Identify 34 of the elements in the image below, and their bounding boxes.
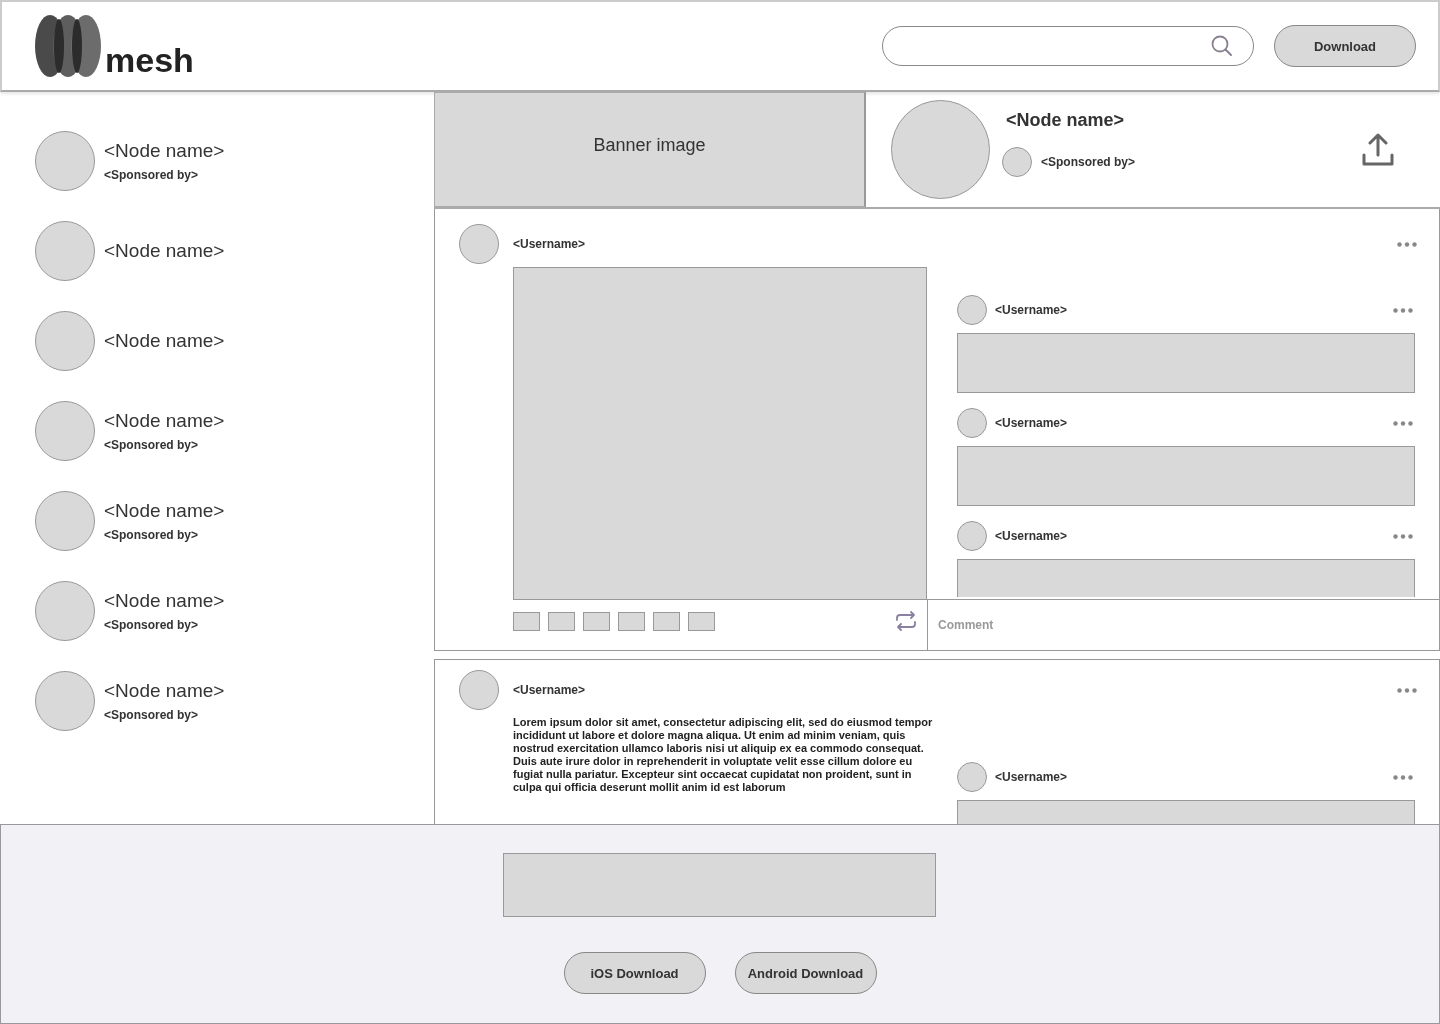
sidebar-item[interactable]: <Node name> (35, 206, 434, 296)
sidebar-item[interactable]: <Node name> <Sponsored by> (35, 116, 434, 206)
username: <Username> (995, 770, 1068, 784)
node-name: <Node name> (104, 590, 225, 612)
username: <Username> (995, 529, 1068, 543)
username: <Username> (513, 683, 586, 697)
sponsor-label: <Sponsored by> (104, 528, 200, 542)
post-text: Lorem ipsum dolor sit amet, consectetur adipiscing elit, sed do eiusmod tempor incididunt ut labore et dolore magna aliqua. Ut enim ad minim veniam, quis nostrud exercitation ullamco laboris nisi ut aliquip ex ea commodo consequat. Duis aute irure dolor in reprehenderit in voluptate velit esse cillum dolore eu fugiat nulla pariatur. Excepteur sint occaecat cupidatat non proident, sunt in culpa qui officia deserunt mollit anim id est laborum (513, 716, 934, 794)
node-name: <Node name> (104, 500, 225, 522)
sidebar-item[interactable]: <Node name> (35, 296, 434, 386)
sidebar-item[interactable]: <Node name> <Sponsored by> (35, 656, 434, 746)
username: <Username> (995, 416, 1068, 430)
comment-field[interactable]: Comment (927, 599, 1439, 650)
logo-text: mesh (105, 43, 194, 77)
sidebar-item[interactable]: <Node name> <Sponsored by> (35, 566, 434, 656)
sponsor-label: <Sponsored by> (104, 168, 200, 182)
sponsor-label: <Sponsored by> (1041, 155, 1136, 169)
sidebar-item[interactable]: <Node name> <Sponsored by> (35, 386, 434, 476)
username: <Username> (513, 237, 586, 251)
node-name: <Node name> (1005, 110, 1126, 131)
download-button[interactable]: iOS Download (563, 952, 706, 994)
sponsor-label: <Sponsored by> (104, 618, 200, 632)
sidebar-item[interactable]: <Node name> <Sponsored by> (35, 476, 434, 566)
download-button[interactable]: Android Download (734, 952, 877, 994)
node-name: <Node name> (104, 140, 225, 162)
node-name: <Node name> (104, 680, 225, 702)
sponsor-label: <Sponsored by> (104, 708, 200, 722)
node-name: <Node name> (104, 330, 225, 352)
download-button[interactable]: Download (1274, 25, 1416, 67)
sponsor-label: <Sponsored by> (104, 438, 200, 452)
node-name: <Node name> (104, 240, 225, 262)
banner-label: Banner image (593, 135, 706, 156)
username: <Username> (995, 303, 1068, 317)
node-name: <Node name> (104, 410, 225, 432)
